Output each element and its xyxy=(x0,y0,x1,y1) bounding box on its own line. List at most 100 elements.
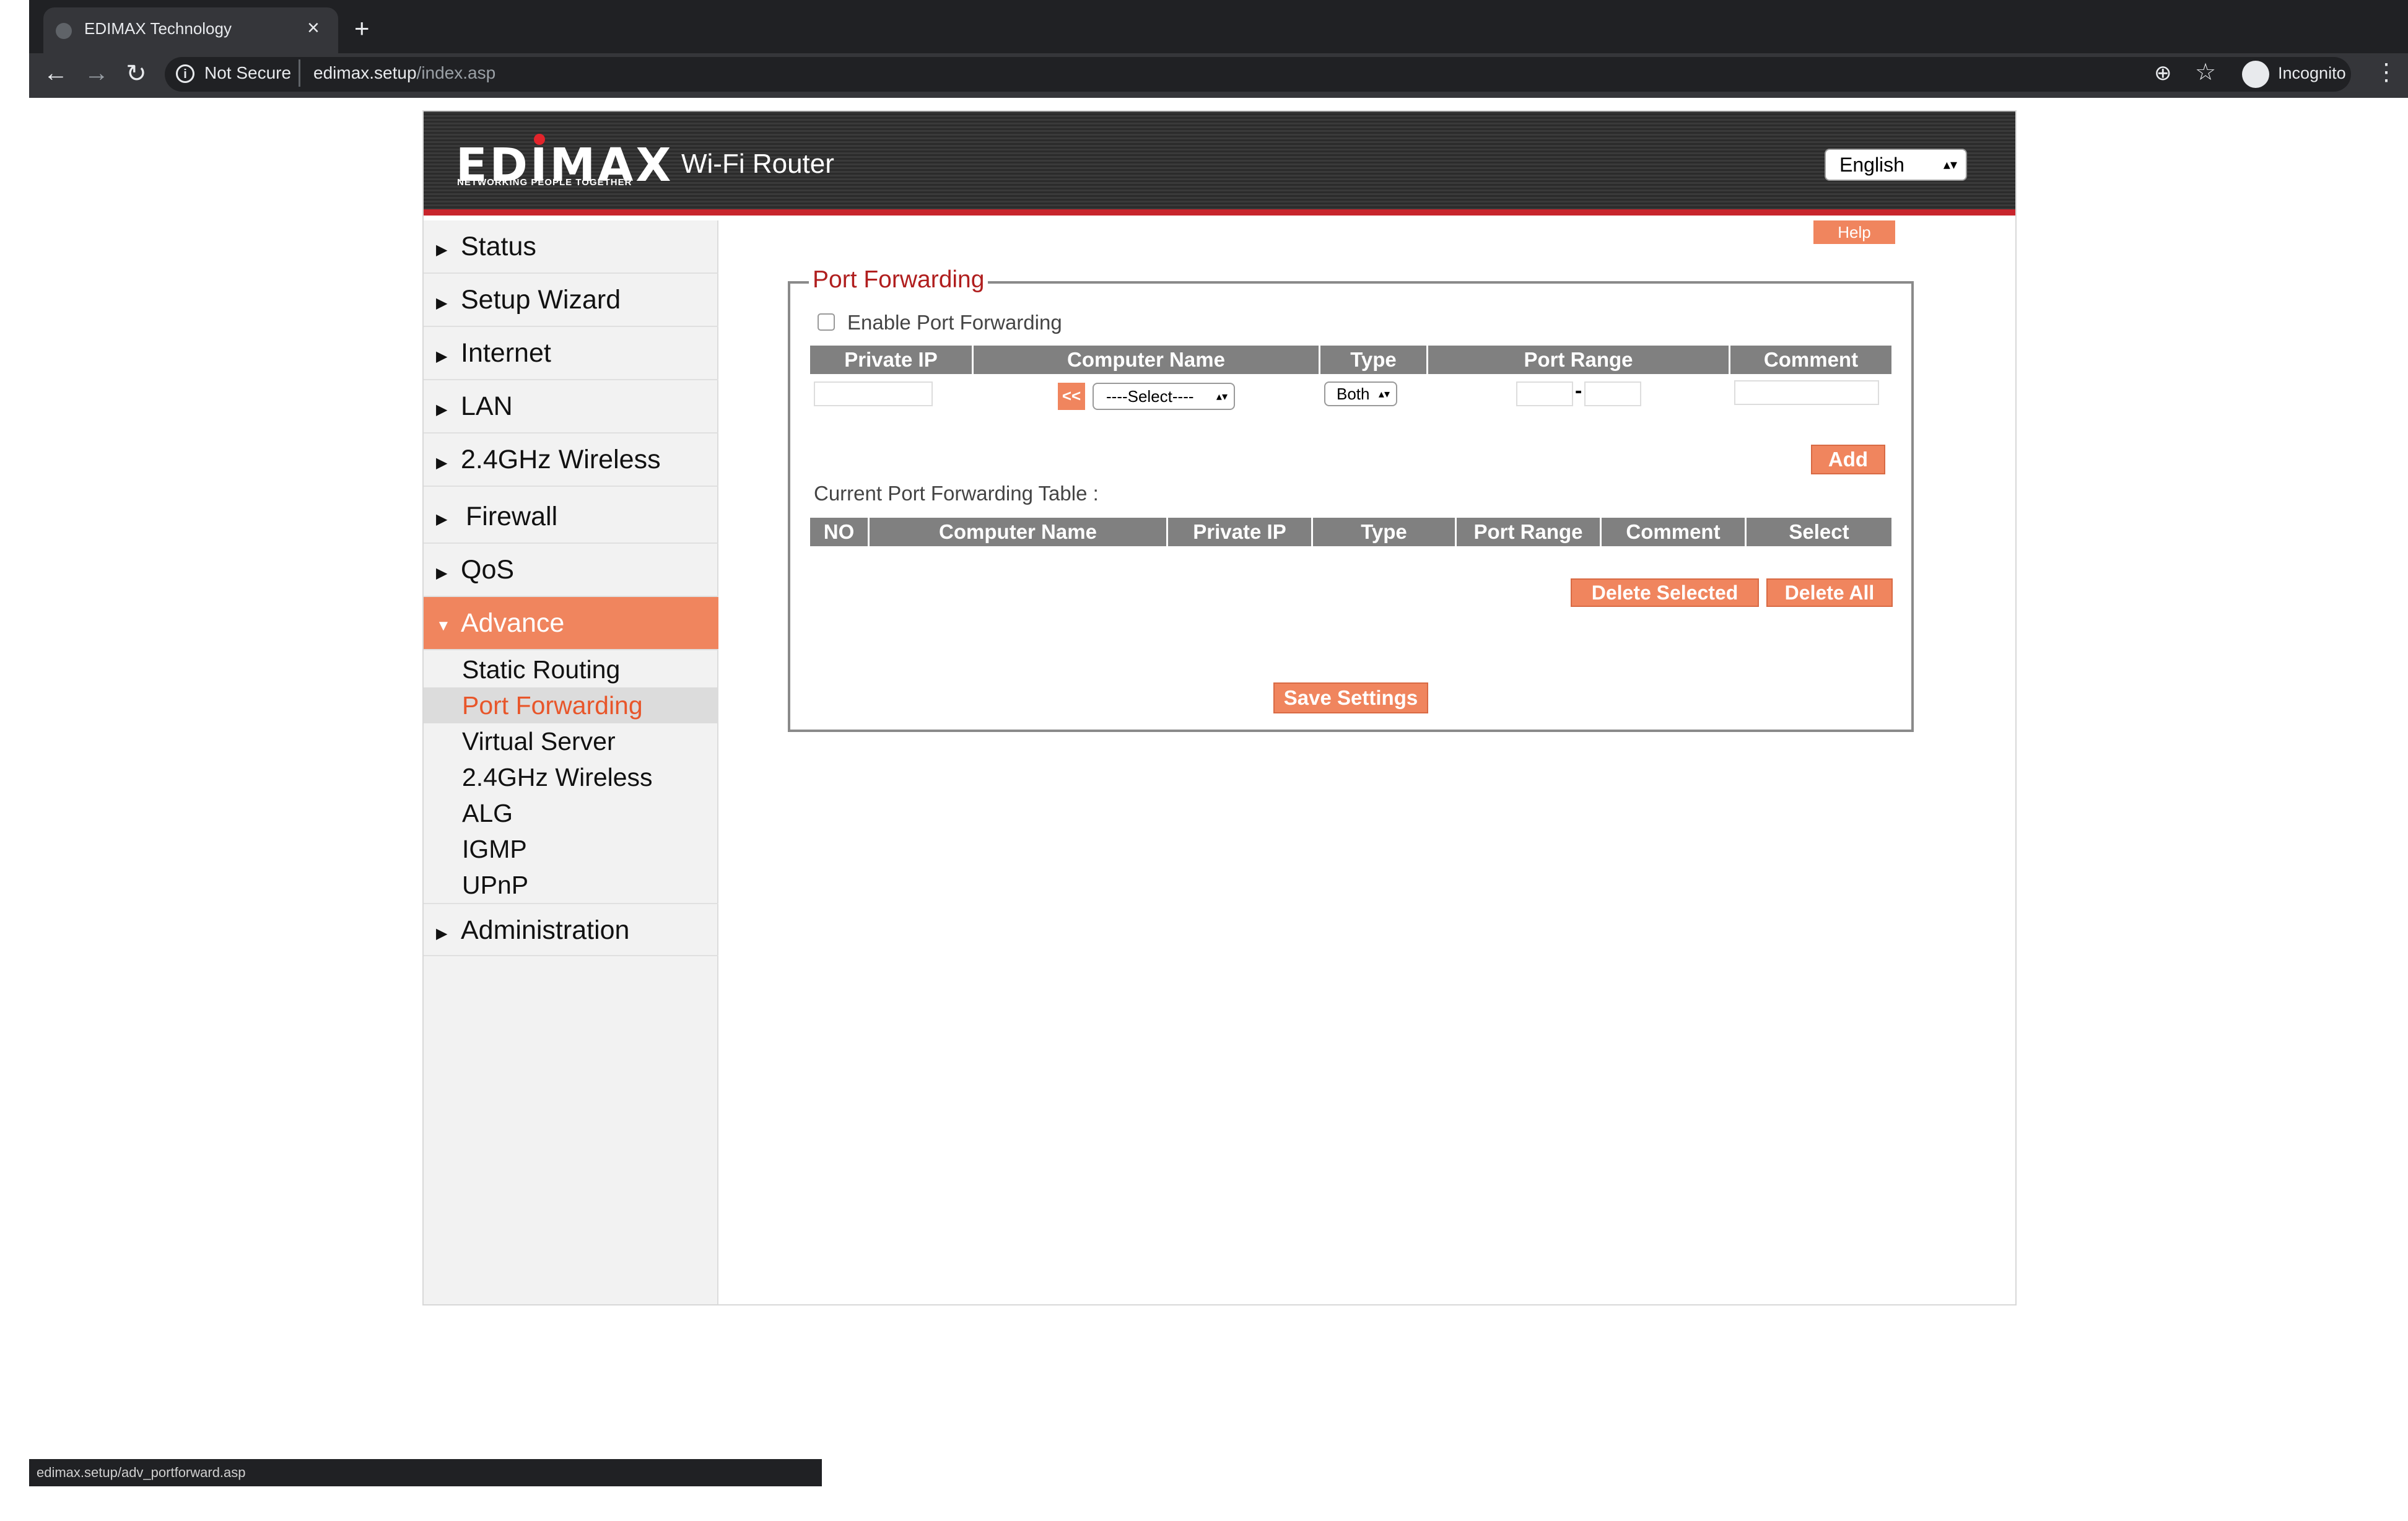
logo-dot xyxy=(534,134,545,145)
subnav-label: 2.4GHz Wireless xyxy=(462,763,653,791)
comment-input[interactable] xyxy=(1734,380,1879,405)
column-header-type: Type xyxy=(1320,346,1428,374)
subnav-label: UPnP xyxy=(462,871,529,899)
product-name: Wi-Fi Router xyxy=(681,149,834,179)
sidebar-item-lan[interactable]: ▶ LAN xyxy=(424,380,718,434)
select-arrows-icon: ▴▾ xyxy=(1943,157,1957,172)
sidebar-item-advance[interactable]: ▼ Advance xyxy=(424,597,718,650)
column-header-type: Type xyxy=(1313,518,1457,546)
copy-computer-button[interactable]: << xyxy=(1058,383,1085,410)
subnav-label: Virtual Server xyxy=(462,727,616,756)
private-ip-input[interactable] xyxy=(814,381,933,406)
info-icon[interactable]: i xyxy=(176,64,194,83)
sidebar-item-label: Setup Wizard xyxy=(461,285,621,315)
security-label[interactable]: Not Secure xyxy=(204,63,291,83)
subnav-port-forwarding[interactable]: Port Forwarding xyxy=(424,687,718,723)
back-icon[interactable]: ← xyxy=(42,59,69,87)
subnav-wireless[interactable]: 2.4GHz Wireless xyxy=(424,759,718,795)
port-range-dash: - xyxy=(1575,379,1582,403)
sidebar-item-wireless[interactable]: ▶ 2.4GHz Wireless xyxy=(424,434,718,487)
collapsed-arrow-icon: ▶ xyxy=(436,455,448,471)
kebab-menu-icon[interactable]: ⋮ xyxy=(2375,58,2398,86)
collapsed-arrow-icon: ▶ xyxy=(436,401,448,418)
type-select[interactable]: Both ▴▾ xyxy=(1324,381,1397,406)
type-value: Both xyxy=(1337,385,1370,403)
subnav-upnp[interactable]: UPnP xyxy=(424,867,718,903)
sidebar-item-setup-wizard[interactable]: ▶ Setup Wizard xyxy=(424,274,718,327)
subnav-static-routing[interactable]: Static Routing xyxy=(424,652,718,687)
column-header-private-ip: Private IP xyxy=(1168,518,1313,546)
column-header-private-ip: Private IP xyxy=(810,346,974,374)
expanded-arrow-icon: ▼ xyxy=(436,617,451,634)
globe-icon xyxy=(56,23,72,39)
collapsed-arrow-icon: ▶ xyxy=(436,295,448,312)
sidebar-item-label: Administration xyxy=(461,915,630,945)
subnav-label: IGMP xyxy=(462,835,527,863)
language-select[interactable]: English ▴▾ xyxy=(1825,149,1967,181)
subnav-label: Port Forwarding xyxy=(462,691,643,720)
close-icon[interactable]: × xyxy=(307,16,320,40)
column-header-port-range: Port Range xyxy=(1428,346,1730,374)
subnav-virtual-server[interactable]: Virtual Server xyxy=(424,723,718,759)
sidebar-item-label: Status xyxy=(461,232,536,261)
sidebar-item-label: LAN xyxy=(461,391,513,421)
sidebar-item-label: Internet xyxy=(461,338,551,368)
computer-name-select[interactable]: ----Select---- ▴▾ xyxy=(1093,383,1235,410)
collapsed-arrow-icon: ▶ xyxy=(436,242,448,258)
new-tab-icon[interactable]: + xyxy=(354,14,370,43)
column-header-port-range: Port Range xyxy=(1457,518,1602,546)
subnav-alg[interactable]: ALG xyxy=(424,795,718,831)
status-bar-url: edimax.setup/adv_portforward.asp xyxy=(29,1459,822,1486)
url-host: edimax.setup xyxy=(313,63,417,82)
select-arrows-icon: ▴▾ xyxy=(1378,388,1390,400)
sidebar-item-qos[interactable]: ▶ QoS xyxy=(424,544,718,597)
collapsed-arrow-icon: ▶ xyxy=(436,925,448,942)
column-header-computer-name: Computer Name xyxy=(974,346,1320,374)
port-start-input[interactable] xyxy=(1516,381,1573,406)
collapsed-arrow-icon: ▶ xyxy=(436,565,448,582)
sidebar-item-label: QoS xyxy=(461,555,515,585)
column-header-computer-name: Computer Name xyxy=(870,518,1168,546)
column-header-comment: Comment xyxy=(1730,346,1891,374)
sidebar-item-administration[interactable]: ▶ Administration xyxy=(424,903,718,956)
sidebar-item-status[interactable]: ▶ Status xyxy=(424,220,718,274)
url-divider xyxy=(299,59,300,87)
sidebar-item-internet[interactable]: ▶ Internet xyxy=(424,327,718,380)
sidebar-item-label: 2.4GHz Wireless xyxy=(461,445,661,474)
collapsed-arrow-icon: ▶ xyxy=(436,511,448,528)
logo-tagline: NETWORKING PEOPLE TOGETHER xyxy=(457,177,632,188)
incognito-icon[interactable] xyxy=(2242,61,2269,88)
sidebar-item-firewall[interactable]: ▶ Firewall xyxy=(424,487,718,544)
delete-selected-button[interactable]: Delete Selected xyxy=(1571,578,1759,607)
add-button[interactable]: Add xyxy=(1811,445,1885,474)
star-icon[interactable]: ☆ xyxy=(2195,58,2216,86)
zoom-icon[interactable]: ⊕ xyxy=(2154,61,2172,85)
column-header-select: Select xyxy=(1747,518,1891,546)
subnav-igmp[interactable]: IGMP xyxy=(424,831,718,867)
language-value: English xyxy=(1839,154,1904,176)
sidebar-item-label: Advance xyxy=(461,608,565,638)
reload-icon[interactable]: ↻ xyxy=(123,59,150,88)
sidebar-item-label: Firewall xyxy=(466,502,558,531)
url-text[interactable]: edimax.setup/index.asp xyxy=(313,63,495,83)
current-table-label: Current Port Forwarding Table : xyxy=(814,482,1099,505)
help-button[interactable]: Help xyxy=(1813,220,1895,244)
forward-icon[interactable]: → xyxy=(83,59,110,87)
save-settings-button[interactable]: Save Settings xyxy=(1273,682,1428,713)
delete-all-button[interactable]: Delete All xyxy=(1766,578,1893,607)
column-header-no: NO xyxy=(810,518,870,546)
computer-name-value: ----Select---- xyxy=(1106,387,1194,406)
profile-label[interactable]: Incognito xyxy=(2278,64,2346,83)
enable-label: Enable Port Forwarding xyxy=(847,311,1062,334)
subnav-label: ALG xyxy=(462,799,513,827)
port-end-input[interactable] xyxy=(1584,381,1641,406)
tab-title: EDIMAX Technology xyxy=(84,19,232,38)
url-path: /index.asp xyxy=(416,63,496,82)
header-accent-line xyxy=(424,209,2015,216)
enable-checkbox[interactable] xyxy=(818,313,835,331)
column-header-comment: Comment xyxy=(1602,518,1747,546)
subnav-label: Static Routing xyxy=(462,655,621,684)
select-arrows-icon: ▴▾ xyxy=(1216,390,1228,403)
collapsed-arrow-icon: ▶ xyxy=(436,348,448,365)
section-title: Port Forwarding xyxy=(809,266,988,294)
